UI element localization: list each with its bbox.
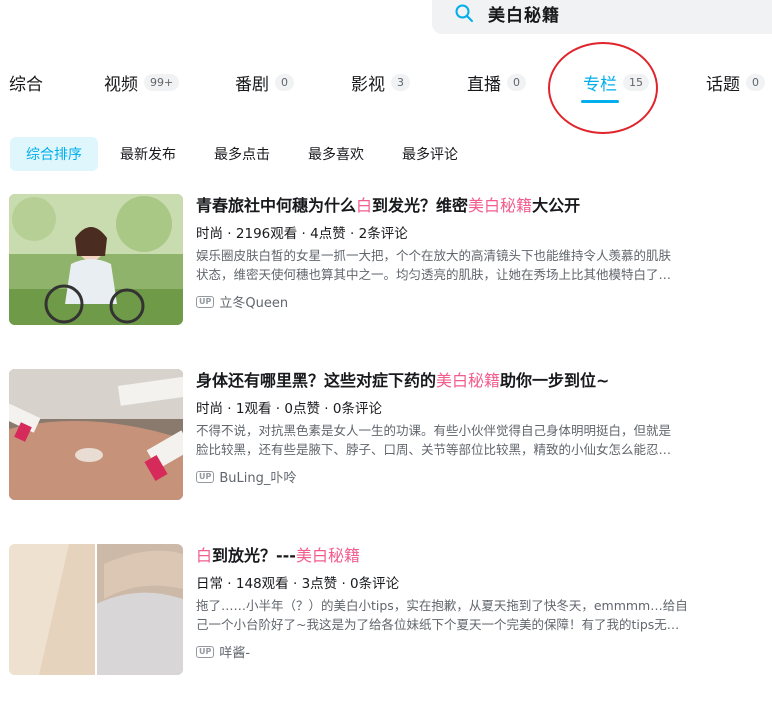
meta-separator: ·: [301, 226, 306, 242]
article-likes: 0点赞: [284, 401, 320, 417]
title-highlight: 白: [356, 196, 373, 215]
tab-all[interactable]: 综合: [9, 62, 43, 102]
meta-separator: ·: [227, 576, 232, 592]
article-likes: 4点赞: [310, 226, 346, 242]
meta-separator: ·: [275, 401, 281, 417]
article-category: 时尚: [196, 401, 223, 417]
tab-label: 直播: [467, 74, 501, 95]
sort-newest[interactable]: 最新发布: [104, 137, 192, 171]
article-title[interactable]: 青春旅社中何穗为什么白到发光？维密美白秘籍大公开: [196, 194, 766, 220]
meta-separator: ·: [341, 576, 346, 592]
title-text: 到放光？---: [212, 546, 296, 565]
search-query: 美白秘籍: [488, 5, 560, 26]
meta-separator: ·: [227, 401, 232, 417]
description-line: 状态，维密天使何穗也算其中之一。均匀透亮的肌肤，让她在秀场上比其他模特白了…: [196, 267, 672, 282]
author-name: BuLing_卟呤: [219, 471, 297, 486]
meta-separator: ·: [292, 576, 298, 592]
article-card[interactable]: 青春旅社中何穗为什么白到发光？维密美白秘籍大公开 时尚 · 2196观看 · 4…: [9, 194, 769, 326]
title-highlight: 美白秘籍: [295, 546, 360, 565]
search-box[interactable]: 美白秘籍: [432, 0, 772, 34]
article-card[interactable]: 身体还有哪里黑？这些对症下药的美白秘籍助你一步到位~ 时尚 · 1观看 · 0点…: [9, 369, 769, 501]
tab-label: 话题: [706, 74, 740, 95]
tab-count-badge: 0: [507, 73, 526, 91]
article-author[interactable]: UP 立冬Queen: [196, 292, 766, 311]
article-info: 白到放光？---美白秘籍 日常 · 148观看 · 3点赞 · 0条评论 拖了……: [196, 544, 766, 661]
article-meta: 时尚 · 1观看 · 0点赞 · 0条评论: [196, 399, 766, 419]
article-meta: 时尚 · 2196观看 · 4点赞 · 2条评论: [196, 224, 766, 244]
article-description: 娱乐圈皮肤白皙的女星一抓一大把，个个在放大的高清镜头下也能维持令人羡慕的肌肤 状…: [196, 246, 766, 284]
article-title[interactable]: 白到放光？---美白秘籍: [196, 544, 766, 570]
tab-count-badge: 3: [391, 73, 410, 91]
article-meta: 日常 · 148观看 · 3点赞 · 0条评论: [196, 574, 766, 594]
article-author[interactable]: UP 咩酱-: [196, 642, 766, 661]
search-icon: [455, 4, 473, 22]
article-info: 青春旅社中何穗为什么白到发光？维密美白秘籍大公开 时尚 · 2196观看 · 4…: [196, 194, 766, 311]
red-circle-annotation: [548, 42, 658, 134]
tab-film[interactable]: 影视 3: [351, 62, 410, 102]
sort-most-likes[interactable]: 最多喜欢: [292, 137, 380, 171]
sort-comprehensive[interactable]: 综合排序: [10, 137, 98, 171]
title-highlight: 白: [196, 546, 213, 565]
meta-separator: ·: [350, 226, 355, 242]
description-line: 拖了……小半年（？）的美白小tips，实在抱歉，从夏天拖到了快冬天，emmmm……: [196, 598, 688, 613]
article-description: 不得不说，对抗黑色素是女人一生的功课。有些小伙伴觉得自己身体明明挺白，但就是 脸…: [196, 421, 766, 459]
sort-bar: 综合排序 最新发布 最多点击 最多喜欢 最多评论: [10, 137, 480, 171]
article-comments: 0条评论: [350, 576, 400, 592]
author-name: 咩酱-: [219, 646, 251, 661]
article-info: 身体还有哪里黑？这些对症下药的美白秘籍助你一步到位~ 时尚 · 1观看 · 0点…: [196, 369, 766, 486]
thumbnail-image-woman-bicycle: [9, 194, 183, 325]
title-text: 助你一步到位~: [500, 371, 610, 390]
article-category: 时尚: [196, 226, 223, 242]
article-description: 拖了……小半年（？）的美白小tips，实在抱歉，从夏天拖到了快冬天，emmmm……: [196, 596, 766, 634]
tab-label: 影视: [351, 74, 385, 95]
article-views: 2196观看: [235, 226, 298, 242]
article-thumbnail[interactable]: [9, 369, 183, 500]
sort-most-comments[interactable]: 最多评论: [386, 137, 474, 171]
tab-bangumi[interactable]: 番剧 0: [235, 62, 294, 102]
article-comments: 0条评论: [332, 401, 382, 417]
tab-label: 视频: [104, 74, 138, 95]
up-icon: UP: [196, 470, 215, 483]
article-author[interactable]: UP BuLing_卟呤: [196, 467, 766, 486]
up-icon: UP: [196, 645, 215, 658]
tab-count-badge: 99+: [144, 73, 180, 91]
tab-count-badge: 0: [746, 73, 765, 91]
thumbnail-image-cream-tubes: [9, 369, 183, 500]
article-card[interactable]: 白到放光？---美白秘籍 日常 · 148观看 · 3点赞 · 0条评论 拖了……: [9, 544, 769, 676]
article-category: 日常: [196, 576, 223, 592]
article-title[interactable]: 身体还有哪里黑？这些对症下药的美白秘籍助你一步到位~: [196, 369, 766, 395]
meta-separator: ·: [227, 226, 232, 242]
tab-label: 番剧: [235, 74, 269, 95]
article-views: 148观看: [235, 576, 289, 592]
description-line: 己一个小台阶好了~我这是为了给各位妹纸下个夏天一个完美的保障！有了我的tips无…: [196, 617, 680, 632]
title-text: 青春旅社中何穗为什么: [196, 196, 357, 215]
tab-label: 综合: [9, 74, 43, 95]
article-thumbnail[interactable]: [9, 194, 183, 325]
article-likes: 3点赞: [301, 576, 338, 592]
title-text: 身体还有哪里黑？这些对症下药的: [196, 371, 437, 390]
tab-count-badge: 0: [275, 73, 294, 91]
description-line: 不得不说，对抗黑色素是女人一生的功课。有些小伙伴觉得自己身体明明挺白，但就是: [196, 423, 672, 438]
title-text: 大公开: [532, 196, 581, 215]
tab-topic[interactable]: 话题 0: [706, 62, 765, 102]
sort-most-clicks[interactable]: 最多点击: [198, 137, 286, 171]
article-comments: 2条评论: [358, 226, 408, 242]
article-views: 1观看: [235, 401, 272, 417]
tab-live[interactable]: 直播 0: [467, 62, 526, 102]
title-highlight: 美白秘籍: [436, 371, 501, 390]
meta-separator: ·: [324, 401, 329, 417]
title-highlight: 美白秘籍: [468, 196, 533, 215]
thumbnail-image-skin-comparison: [9, 544, 183, 675]
description-line: 娱乐圈皮肤白皙的女星一抓一大把，个个在放大的高清镜头下也能维持令人羡慕的肌肤: [196, 248, 672, 263]
title-text: 到发光？维密: [372, 196, 469, 215]
tab-video[interactable]: 视频 99+: [104, 62, 180, 102]
author-name: 立冬Queen: [219, 296, 289, 311]
article-thumbnail[interactable]: [9, 544, 183, 675]
description-line: 脸比较黑，还有些是腋下、脖子、口周、关节等部位比较黑，精致的小仙女怎么能忍…: [196, 442, 672, 457]
up-icon: UP: [196, 295, 215, 308]
